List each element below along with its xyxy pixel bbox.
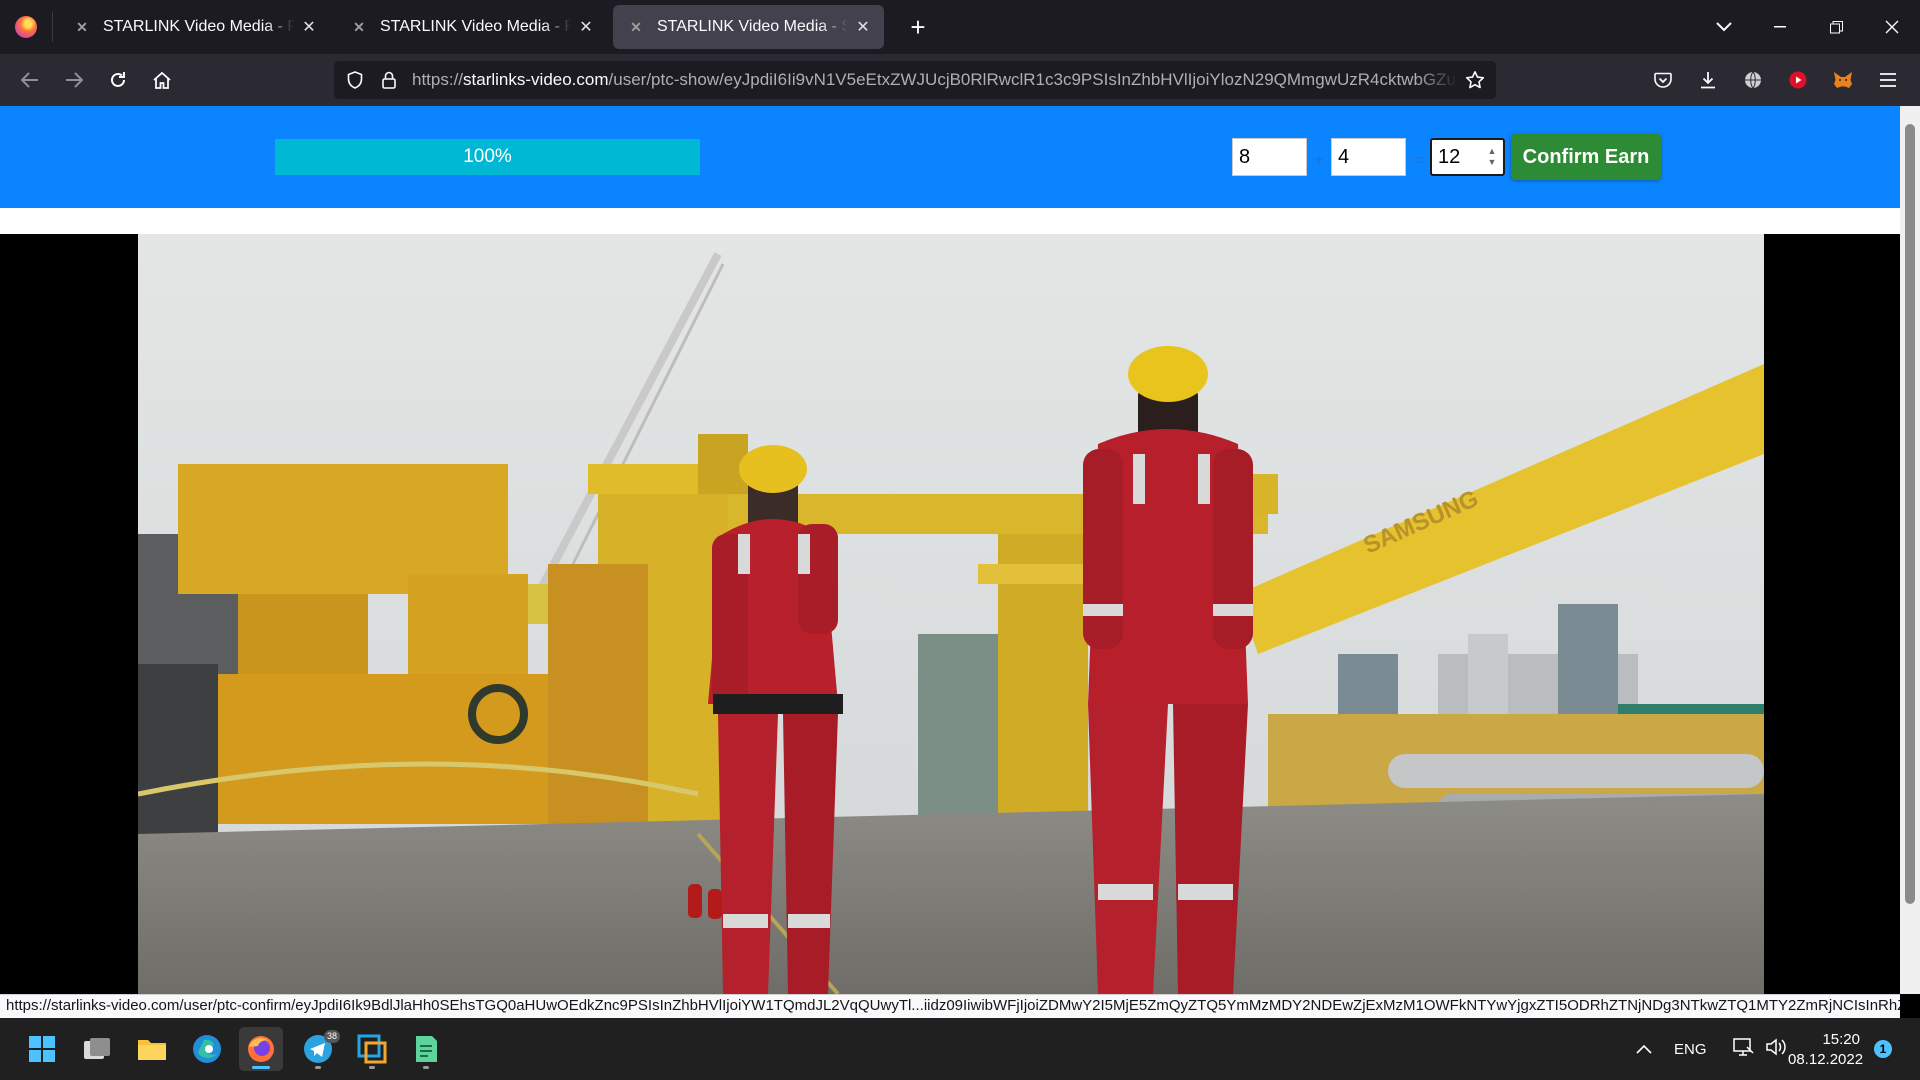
page-scrollbar[interactable]: [1900, 106, 1920, 994]
tracking-protection-shield-icon[interactable]: [338, 61, 372, 99]
url-path: /user/ptc-show/eyJpdiI6Ii9vN1V5eEtxZWJUc…: [608, 70, 1458, 89]
page-viewport: 100% + = ▲▼ Confirm Earn: [0, 106, 1900, 994]
metamask-fox-icon[interactable]: [1820, 58, 1865, 102]
captcha-first-number: [1232, 138, 1307, 176]
captcha-plus-sign: +: [1314, 152, 1324, 169]
youtube-extension-icon[interactable]: [1775, 58, 1820, 102]
list-all-tabs-icon[interactable]: [1696, 0, 1752, 54]
close-tab-icon[interactable]: ✕: [852, 16, 874, 38]
bookmark-star-icon[interactable]: [1458, 61, 1492, 99]
pocket-icon[interactable]: [1640, 58, 1685, 102]
close-tab-icon[interactable]: ✕: [575, 16, 597, 38]
toolbar-extensions: [1640, 58, 1910, 102]
start-icon[interactable]: [20, 1027, 64, 1071]
page-spacer: [0, 208, 1900, 234]
restore-window-icon[interactable]: [1808, 0, 1864, 54]
tab-strip: ✕ STARLINK Video Media - PTC Advertising…: [0, 0, 1920, 54]
captcha-answer-field[interactable]: ▲▼: [1430, 138, 1505, 176]
edge-icon[interactable]: [185, 1027, 229, 1071]
site-favicon-icon: ✕: [630, 18, 642, 35]
progress-label: 100%: [463, 146, 512, 167]
home-icon[interactable]: [140, 58, 184, 102]
minimize-window-icon[interactable]: [1752, 0, 1808, 54]
tab-title: STARLINK Video Media - PTC Advertising: [380, 18, 571, 35]
site-favicon-icon: ✕: [76, 18, 88, 35]
captcha-answer-input[interactable]: [1432, 140, 1488, 174]
telegram-unread-badge: 38: [323, 1030, 340, 1043]
reload-icon[interactable]: [96, 58, 140, 102]
hamburger-menu-icon[interactable]: [1865, 58, 1910, 102]
task-view-icon[interactable]: [75, 1027, 119, 1071]
system-tray: ENG: [1628, 1018, 1787, 1080]
address-bar[interactable]: https://starlinks-video.com/user/ptc-sho…: [334, 61, 1496, 99]
url-host: starlinks-video.com: [463, 70, 609, 89]
number-spinner-icon[interactable]: ▲ ▼: [1485, 143, 1499, 171]
vpn-globe-icon[interactable]: [1730, 58, 1775, 102]
back-icon[interactable]: [8, 58, 52, 102]
new-tab-button[interactable]: +: [898, 7, 938, 47]
show-hidden-icons-chevron-icon[interactable]: [1628, 1044, 1660, 1054]
padlock-icon[interactable]: [372, 61, 406, 99]
taskbar-clock[interactable]: 15:20 08.12.2022: [1788, 1030, 1864, 1070]
tab-separator: [52, 12, 53, 42]
firefox-menu-icon[interactable]: [0, 0, 52, 54]
remote-desktop-icon[interactable]: [350, 1027, 394, 1071]
file-explorer-icon[interactable]: [130, 1027, 174, 1071]
view-progress-bar: 100%: [275, 139, 700, 175]
notification-center-badge[interactable]: 1: [1874, 1040, 1892, 1058]
tab-title: STARLINK Video Media - PTC Advertising: [103, 18, 294, 35]
site-favicon-icon: ✕: [353, 18, 365, 35]
forward-icon[interactable]: [52, 58, 96, 102]
scrollbar-thumb[interactable]: [1905, 124, 1915, 904]
firefox-icon[interactable]: [239, 1027, 283, 1071]
notepad-icon[interactable]: [404, 1027, 448, 1071]
browser-tab-1[interactable]: ✕ STARLINK Video Media - PTC Advertising…: [59, 5, 330, 49]
confirm-earn-button[interactable]: Confirm Earn: [1511, 134, 1661, 180]
tab-title: STARLINK Video Media - Show PTC: [657, 18, 848, 35]
url-scheme: https://: [412, 70, 464, 89]
video-frame-shipyard: SAMSUNG: [138, 234, 1764, 994]
ptc-header-bar: 100% + = ▲▼ Confirm Earn: [0, 106, 1900, 208]
navigation-toolbar: https://starlinks-video.com/user/ptc-sho…: [0, 54, 1920, 106]
link-status-tooltip: https://starlinks-video.com/user/ptc-con…: [0, 994, 1900, 1018]
url-text: https://starlinks-video.com/user/ptc-sho…: [412, 70, 1458, 90]
clock-time: 15:20: [1822, 1031, 1860, 1048]
input-language-indicator[interactable]: ENG: [1674, 1041, 1707, 1058]
windows-taskbar: 38 ENG 15:20 08.12.2022 1: [0, 1018, 1920, 1080]
captcha-second-number: [1331, 138, 1406, 176]
video-player[interactable]: SAMSUNG: [138, 234, 1764, 994]
close-tab-icon[interactable]: ✕: [298, 16, 320, 38]
captcha-equals-sign: =: [1413, 152, 1423, 169]
browser-tab-3-active[interactable]: ✕ STARLINK Video Media - Show PTC ✕: [613, 5, 884, 49]
telegram-icon[interactable]: 38: [296, 1027, 340, 1071]
browser-tab-2[interactable]: ✕ STARLINK Video Media - PTC Advertising…: [336, 5, 607, 49]
network-icon[interactable]: [1732, 1037, 1755, 1062]
clock-date: 08.12.2022: [1788, 1051, 1864, 1068]
downloads-icon[interactable]: [1685, 58, 1730, 102]
volume-icon[interactable]: [1765, 1037, 1787, 1062]
close-window-icon[interactable]: [1864, 0, 1920, 54]
math-captcha: + = ▲▼ Confirm Earn: [1232, 134, 1661, 180]
